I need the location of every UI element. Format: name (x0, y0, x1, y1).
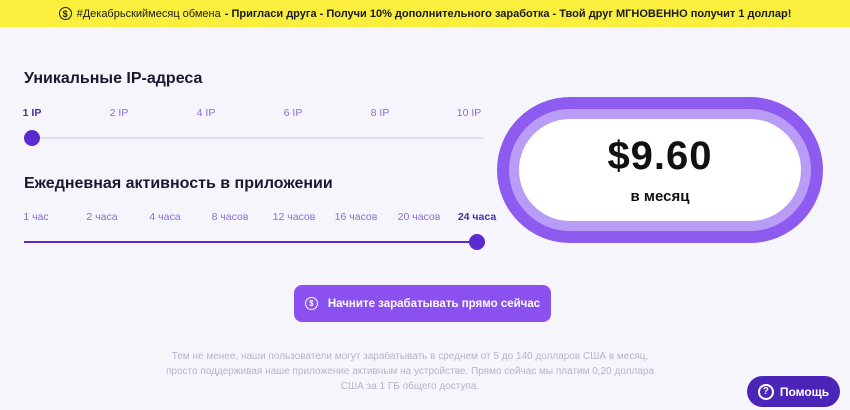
ip-tick-8[interactable]: 8 IP (371, 107, 390, 119)
ip-section-title: Уникальные IP-адреса (24, 70, 203, 87)
earnings-period: в месяц (630, 187, 690, 205)
ip-tick-2[interactable]: 2 IP (110, 107, 129, 119)
earnings-disclaimer: Тем не менее, наши пользователи могут за… (165, 351, 655, 392)
activity-tick-2h[interactable]: 2 часа (86, 211, 117, 223)
banner-promo-text: - Пригласи друга - Получи 10% дополнител… (224, 7, 792, 20)
dollar-coin-icon: $ (58, 7, 72, 20)
ip-slider-handle[interactable] (24, 130, 40, 146)
promo-banner: $ #Декабрьскиймесяц обмена - Пригласи др… (0, 0, 850, 27)
earnings-display: $9.60 в месяц (497, 97, 823, 243)
activity-slider-track[interactable] (24, 241, 477, 243)
dollar-circle-icon: $ (304, 297, 318, 310)
activity-tick-16h[interactable]: 16 часов (335, 211, 378, 223)
activity-slider-fill (24, 241, 477, 243)
help-button[interactable]: ? Помощь (747, 376, 840, 407)
start-earning-label: Начните зарабатывать прямо сейчас (327, 297, 541, 310)
activity-tick-24h[interactable]: 24 часа (458, 211, 496, 223)
question-circle-icon: ? (757, 383, 774, 400)
ip-slider-ticks: 1 IP 2 IP 4 IP 6 IP 8 IP 10 IP (0, 107, 500, 121)
ip-tick-4[interactable]: 4 IP (197, 107, 216, 119)
activity-slider-handle[interactable] (469, 234, 485, 250)
help-label: Помощь (779, 384, 830, 399)
ip-tick-1[interactable]: 1 IP (23, 107, 42, 119)
earnings-amount: $9.60 (607, 133, 713, 178)
ip-slider-track[interactable] (24, 137, 484, 139)
activity-tick-20h[interactable]: 20 часов (398, 211, 441, 223)
activity-tick-1h[interactable]: 1 час (23, 211, 48, 223)
activity-tick-8h[interactable]: 8 часов (212, 211, 249, 223)
activity-tick-12h[interactable]: 12 часов (273, 211, 316, 223)
ip-tick-10[interactable]: 10 IP (457, 107, 482, 119)
activity-slider-ticks: 1 час 2 часа 4 часа 8 часов 12 часов 16 … (0, 211, 510, 225)
ip-tick-6[interactable]: 6 IP (284, 107, 303, 119)
activity-section-title: Ежедневная активность в приложении (24, 175, 333, 192)
banner-hashtag[interactable]: #Декабрьскиймесяц обмена (77, 8, 221, 20)
earnings-card: $9.60 в месяц (519, 119, 801, 221)
start-earning-button[interactable]: $ Начните зарабатывать прямо сейчас (294, 285, 551, 322)
earnings-ring: $9.60 в месяц (509, 109, 811, 231)
activity-tick-4h[interactable]: 4 часа (149, 211, 180, 223)
